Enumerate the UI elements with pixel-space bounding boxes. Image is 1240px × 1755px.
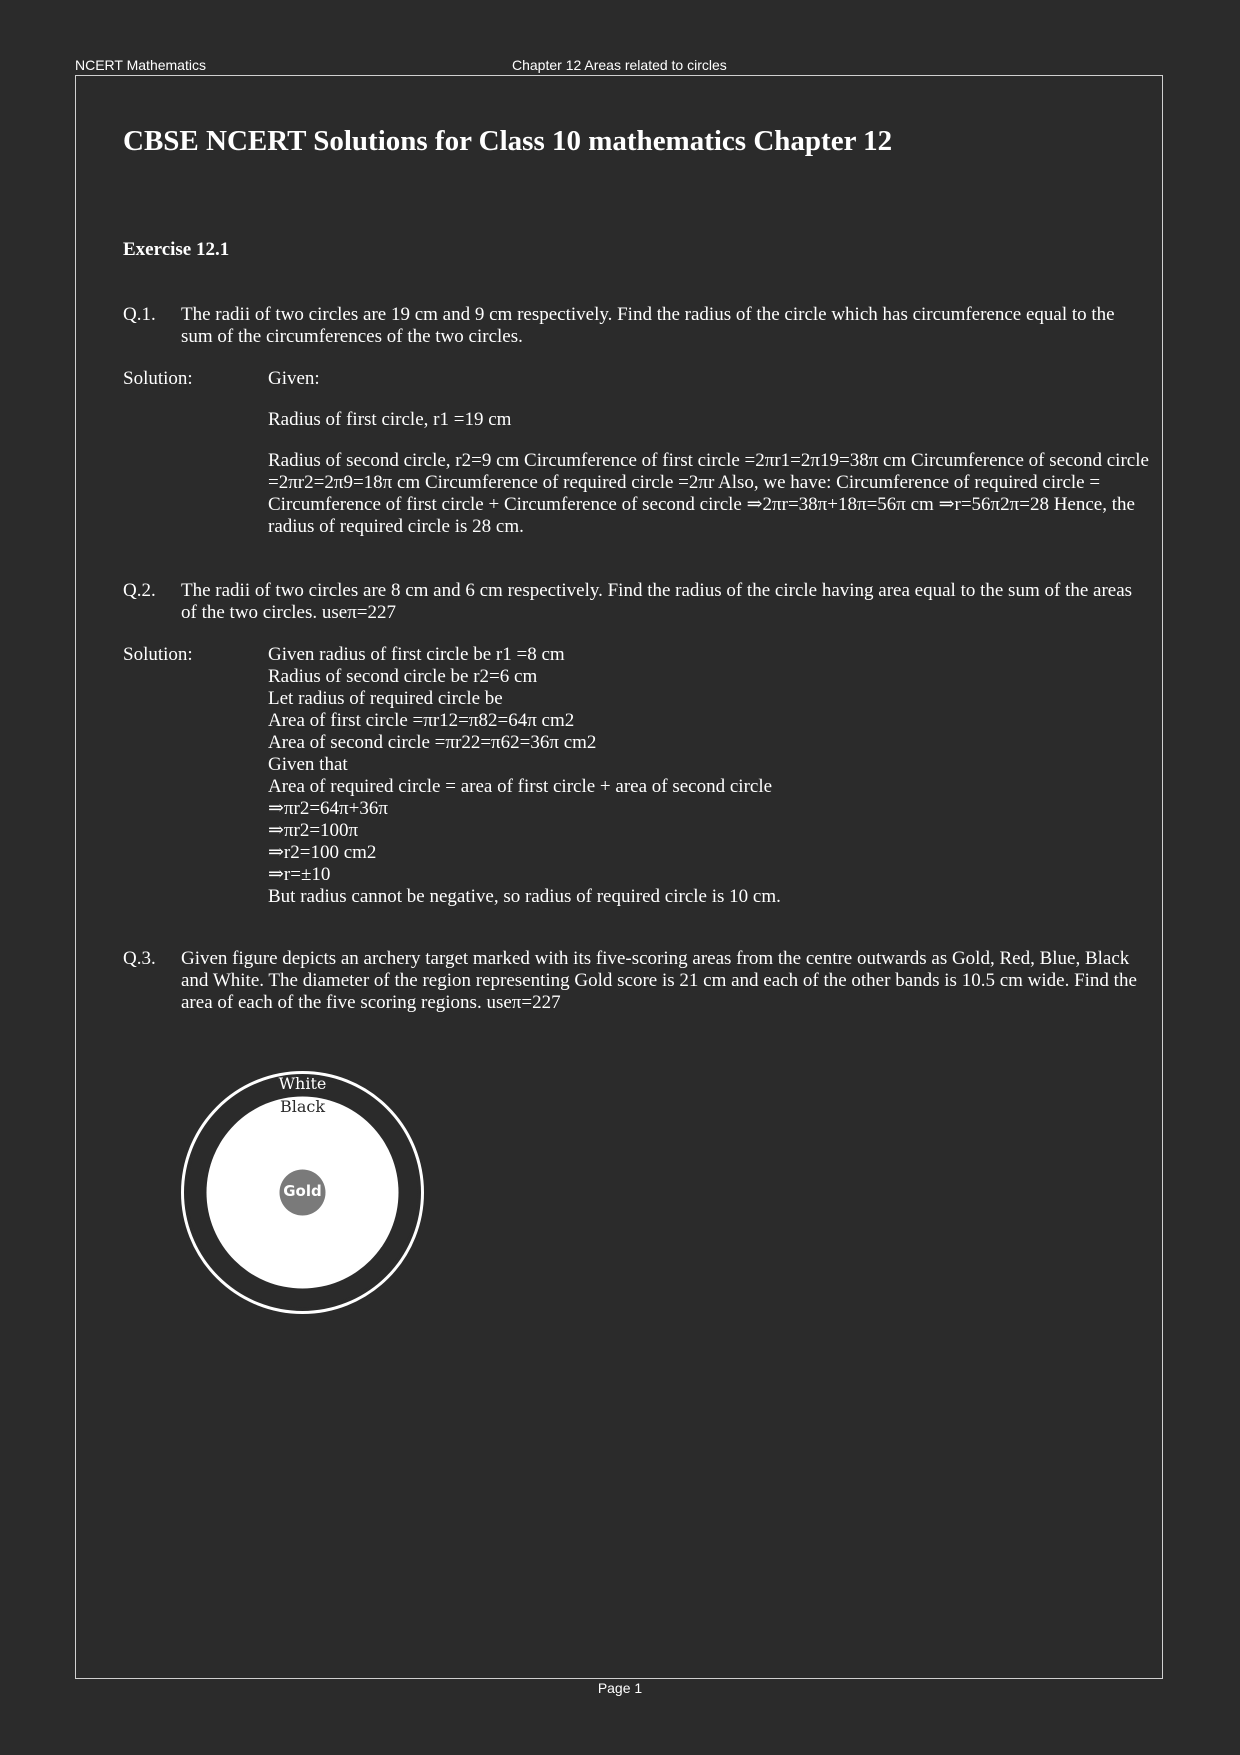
solution-line: Let radius of required circle be xyxy=(268,688,503,709)
solution-line: Area of required circle = area of first … xyxy=(268,776,773,797)
question-1-number: Q.1. xyxy=(123,304,156,325)
solution-paragraph: Radius of second circle, r2=9 cm Circumf… xyxy=(268,450,1149,537)
exercise-heading: Exercise 12.1 xyxy=(123,239,230,260)
solution-line: ⇒πr2=100π xyxy=(268,820,359,841)
question-1-solution-label: Solution: xyxy=(123,368,193,389)
solution-line: But radius cannot be negative, so radius… xyxy=(268,886,781,907)
question-2-solution-label: Solution: xyxy=(123,644,193,665)
solution-line: Area of second circle =πr22=π62=36π cm2 xyxy=(268,732,597,753)
page-number: Page 1 xyxy=(597,1680,643,1696)
question-3-number: Q.3. xyxy=(123,948,156,969)
question-2-number: Q.2. xyxy=(123,580,156,601)
page-title: CBSE NCERT Solutions for Class 10 mathem… xyxy=(123,125,893,157)
question-1-text: The radii of two circles are 19 cm and 9… xyxy=(181,304,1115,347)
black-region-label: Black xyxy=(279,1097,326,1116)
solution-line: ⇒r2=100 cm2 xyxy=(268,842,377,863)
white-region-label: White xyxy=(278,1074,327,1093)
question-1-solution: Given: Radius of first circle, r1 =19 cm… xyxy=(268,368,1158,557)
header-left: NCERT Mathematics xyxy=(75,57,206,73)
solution-line: ⇒πr2=64π+36π xyxy=(268,798,388,819)
solution-paragraph: Radius of first circle, r1 =19 cm xyxy=(268,409,512,430)
solution-paragraph: Given: xyxy=(268,368,320,389)
gold-region-label: Gold xyxy=(283,1182,322,1200)
question-2-text: The radii of two circles are 8 cm and 6 … xyxy=(181,580,1133,623)
header-chapter: Chapter 12 Areas related to circles xyxy=(512,57,727,73)
archery-target-figure: White Black Gold xyxy=(180,1070,425,1315)
question-2-solution: Given radius of first circle be r1 =8 cm… xyxy=(268,644,1158,908)
solution-line: Given that xyxy=(268,754,348,775)
solution-line: Radius of second circle be r2=6 cm xyxy=(268,666,538,687)
solution-line: ⇒r=±10 xyxy=(268,864,331,885)
solution-line: Area of first circle =πr12=π82=64π cm2 xyxy=(268,710,575,731)
question-3-text: Given figure depicts an archery target m… xyxy=(181,948,1137,1013)
solution-line: Given radius of first circle be r1 =8 cm xyxy=(268,644,565,665)
